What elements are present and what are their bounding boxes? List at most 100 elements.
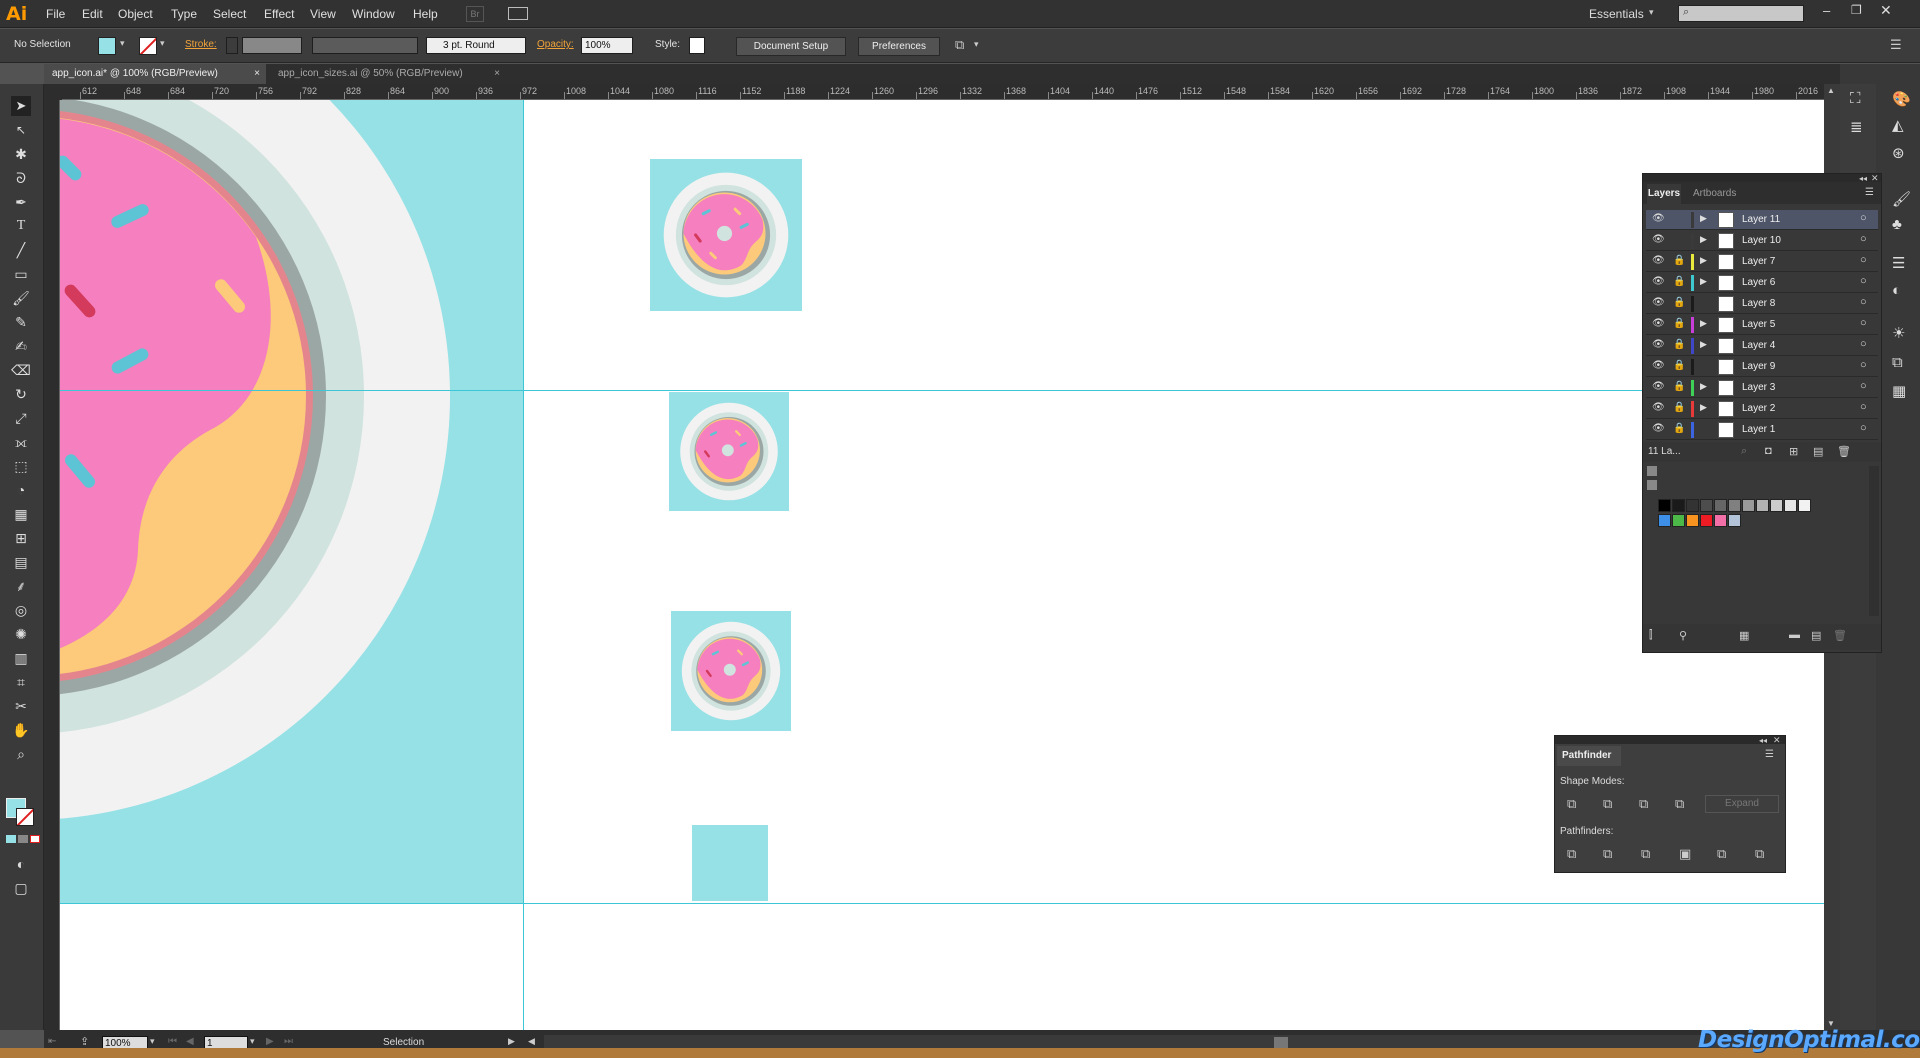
appearance-panel-icon[interactable]: ☀ xyxy=(1892,324,1905,342)
vertical-ruler[interactable] xyxy=(44,100,60,1030)
paintbrush-tool-icon[interactable]: 🖌 xyxy=(11,288,31,308)
width-tool-icon[interactable]: ⟗ xyxy=(11,432,31,452)
stroke-label[interactable]: Stroke: xyxy=(185,39,217,50)
visibility-eye-icon[interactable]: 👁 xyxy=(1652,234,1665,245)
guide-horizontal[interactable] xyxy=(60,903,1824,904)
status-menu-icon[interactable]: ▶ xyxy=(508,1036,515,1047)
pen-tool-icon[interactable]: ✒ xyxy=(11,192,31,212)
last-artboard-icon[interactable]: ⏭ xyxy=(284,1036,293,1047)
artboard-navigation-icon[interactable]: ⇤ xyxy=(48,1036,56,1047)
tab-layers[interactable]: Layers xyxy=(1647,184,1681,204)
eraser-tool-icon[interactable]: ⌫ xyxy=(11,360,31,380)
color-swatch[interactable] xyxy=(1658,514,1671,527)
panel-menu-icon[interactable]: ☰ xyxy=(1865,187,1874,198)
arrange-documents-icon[interactable] xyxy=(508,7,528,20)
free-transform-tool-icon[interactable]: ⬚ xyxy=(11,456,31,476)
menu-window[interactable]: Window xyxy=(352,7,395,21)
chevron-down-icon[interactable]: ▾ xyxy=(160,38,165,49)
eyedropper-tool-icon[interactable]: ⸙ xyxy=(11,576,31,596)
color-mode-icon[interactable] xyxy=(6,835,16,843)
stroke-color-swatch[interactable] xyxy=(139,37,157,55)
color-swatch[interactable] xyxy=(1714,499,1727,512)
restore-icon[interactable]: ❐ xyxy=(1851,3,1862,17)
tab-artboards[interactable]: Artboards xyxy=(1693,188,1736,199)
layer-row[interactable]: 👁 🔒 ▶ Layer 5 ○ xyxy=(1646,315,1878,335)
ruler-origin[interactable] xyxy=(44,84,62,100)
scroll-left-icon[interactable]: ◀ xyxy=(528,1036,535,1047)
layer-row[interactable]: 👁 🔒 Layer 1 ○ xyxy=(1646,420,1878,440)
line-tool-icon[interactable]: ╱ xyxy=(11,240,31,260)
visibility-eye-icon[interactable]: 👁 xyxy=(1652,423,1665,434)
layers-panel-icon[interactable]: ▦ xyxy=(1892,382,1906,400)
delete-swatch-icon[interactable]: 🗑 xyxy=(1833,629,1847,642)
icon-preview-medium[interactable] xyxy=(669,392,789,511)
scale-tool-icon[interactable]: ⤢ xyxy=(11,408,31,428)
expand-triangle-icon[interactable]: ▶ xyxy=(1700,318,1707,329)
target-circle-icon[interactable]: ○ xyxy=(1860,275,1867,287)
draw-mode-icon[interactable]: ◐ xyxy=(11,854,31,874)
visibility-eye-icon[interactable]: 👁 xyxy=(1652,318,1665,329)
opacity-field[interactable]: 100% xyxy=(581,37,633,54)
swatch-kinds-icon[interactable]: ▦ xyxy=(1739,629,1749,642)
document-setup-button[interactable]: Document Setup xyxy=(736,37,846,56)
outline-icon[interactable]: ⧉ xyxy=(1717,846,1726,862)
lock-icon[interactable]: 🔒 xyxy=(1673,360,1685,371)
color-swatch[interactable] xyxy=(1742,499,1755,512)
lock-icon[interactable]: 🔒 xyxy=(1673,339,1685,350)
blend-tool-icon[interactable]: ◎ xyxy=(11,600,31,620)
target-circle-icon[interactable]: ○ xyxy=(1860,233,1867,245)
locate-object-icon[interactable]: ⌕ xyxy=(1741,445,1747,458)
target-circle-icon[interactable]: ○ xyxy=(1860,422,1867,434)
lock-icon[interactable]: 🔒 xyxy=(1673,402,1685,413)
lock-icon[interactable]: 🔒 xyxy=(1673,381,1685,392)
close-icon[interactable]: ✕ xyxy=(1880,2,1892,19)
swatch-options-icon[interactable]: ⚲ xyxy=(1679,629,1687,642)
artboard-tool-icon[interactable]: ⌗ xyxy=(11,672,31,692)
color-swatch[interactable] xyxy=(1784,499,1797,512)
target-circle-icon[interactable]: ○ xyxy=(1860,380,1867,392)
panel-menu-icon[interactable]: ☰ xyxy=(1890,37,1902,53)
color-swatch[interactable] xyxy=(1728,499,1741,512)
lock-icon[interactable]: 🔒 xyxy=(1673,255,1685,266)
expand-triangle-icon[interactable]: ▶ xyxy=(1700,381,1707,392)
layer-row[interactable]: 👁 🔒 ▶ Layer 3 ○ xyxy=(1646,378,1878,398)
visibility-eye-icon[interactable]: 👁 xyxy=(1652,276,1665,287)
shape-builder-tool-icon[interactable]: ◔ xyxy=(11,480,31,500)
lock-icon[interactable]: 🔒 xyxy=(1673,423,1685,434)
color-panel-icon[interactable]: 🎨 xyxy=(1892,90,1911,108)
gradient-tool-icon[interactable]: ▤ xyxy=(11,552,31,572)
brush-definition[interactable]: 3 pt. Round xyxy=(426,37,526,54)
expand-triangle-icon[interactable]: ▶ xyxy=(1700,402,1707,413)
color-swatch[interactable] xyxy=(1686,514,1699,527)
new-swatch-icon[interactable]: ▤ xyxy=(1811,629,1821,642)
bridge-icon[interactable]: Br xyxy=(466,6,484,22)
stroke-panel-icon[interactable]: ☰ xyxy=(1892,254,1905,272)
guide-vertical[interactable] xyxy=(523,100,524,1030)
collapse-panel-icon[interactable]: ◂◂ xyxy=(1759,736,1767,745)
color-swatch[interactable] xyxy=(1798,499,1811,512)
menu-select[interactable]: Select xyxy=(213,7,246,21)
chevron-down-icon[interactable]: ▾ xyxy=(120,38,125,49)
panel-menu-icon[interactable]: ☰ xyxy=(1765,749,1774,760)
new-color-group-icon[interactable]: ▬ xyxy=(1789,629,1800,641)
icon-preview-empty[interactable] xyxy=(692,825,768,901)
layer-row[interactable]: 👁 🔒 ▶ Layer 4 ○ xyxy=(1646,336,1878,356)
crop-icon[interactable]: ▣ xyxy=(1679,846,1691,862)
rotate-tool-icon[interactable]: ↻ xyxy=(11,384,31,404)
close-panel-icon[interactable]: ✕ xyxy=(1773,735,1781,746)
target-circle-icon[interactable]: ○ xyxy=(1860,317,1867,329)
search-input[interactable]: ⌕ xyxy=(1678,5,1804,22)
color-swatch[interactable] xyxy=(1700,499,1713,512)
next-artboard-icon[interactable]: ▶ xyxy=(266,1036,274,1047)
expand-triangle-icon[interactable]: ▶ xyxy=(1700,255,1707,266)
fill-color-swatch[interactable] xyxy=(98,37,116,55)
column-graph-tool-icon[interactable]: ▥ xyxy=(11,648,31,668)
menu-edit[interactable]: Edit xyxy=(82,7,103,21)
workspace-switcher[interactable]: Essentials xyxy=(1589,7,1644,21)
lock-icon[interactable]: 🔒 xyxy=(1673,318,1685,329)
artboard[interactable] xyxy=(60,100,523,904)
lock-icon[interactable]: 🔒 xyxy=(1673,276,1685,287)
direct-selection-tool-icon[interactable]: ↖ xyxy=(11,120,31,140)
selection-tool-icon[interactable]: ➤ xyxy=(11,96,31,116)
color-swatch[interactable] xyxy=(1700,514,1713,527)
